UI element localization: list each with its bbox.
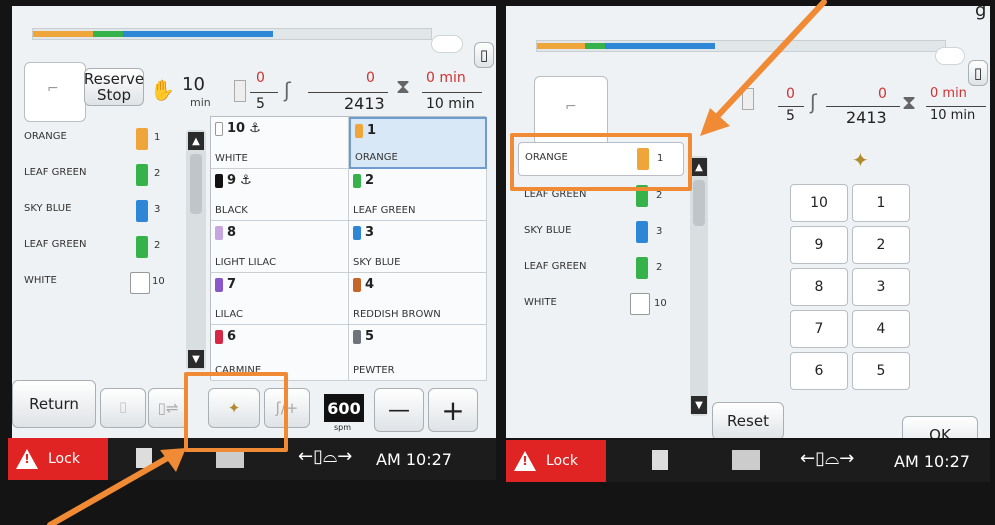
return-button[interactable]: Return [12,380,96,428]
lock-button[interactable]: ! Lock [506,440,606,482]
numpad-key[interactable]: 1 [852,184,910,222]
needle-icon: ʃ [284,78,291,102]
numpad-key[interactable]: 3 [852,268,910,306]
clock-time: AM 10:27 [376,450,452,469]
numpad-key[interactable]: 7 [790,310,848,348]
speed-minus-button[interactable]: — [374,388,424,432]
hand-icon: ✋ [150,78,175,102]
remaining-minutes: 0 min [426,70,466,86]
numpad-key[interactable]: 8 [790,268,848,306]
pattern-preview: ⌐ [24,62,86,122]
highlight-box-right [510,133,692,191]
count-numerator: 0 [878,86,887,102]
numpad-key[interactable]: 5 [852,352,910,390]
grid-cell[interactable]: 4 REDDISH BROWN [349,273,487,325]
swatch-icon [630,293,650,315]
clock-time: AM 10:27 [894,452,970,471]
list-item[interactable]: LEAF GREEN 2 [24,158,204,192]
list-item[interactable]: LEAF GREEN 2 [24,230,204,264]
list-item[interactable]: WHITE 10 [518,288,684,322]
stitch-numerator: 0 [256,70,265,86]
grid-cell[interactable]: 10 ⚓ WHITE [211,117,349,169]
swatch-icon [136,236,148,258]
scroll-down-icon[interactable]: ▼ [188,350,204,368]
swatch-icon [136,200,148,222]
list-item[interactable]: SKY BLUE 3 [24,194,204,228]
time-value: 10 [182,74,205,95]
reserve-stop-button[interactable]: Reserve Stop [84,68,144,106]
grid-cell[interactable]: 9 ⚓ BLACK [211,169,349,221]
screenshot-stage: ▯ ⌐ Reserve Stop ✋ 10 min 0 5 ʃ 0 2413 ⧗… [0,0,995,525]
arrow-right [700,0,827,136]
grid-cell[interactable]: 3 SKY BLUE [349,221,487,273]
arrow-left [47,448,186,525]
total-minutes: 10 min [426,96,475,112]
trash-icon[interactable]: ▯ [968,60,988,86]
ok-button[interactable]: OK [902,416,978,438]
numpad-key[interactable]: 2 [852,226,910,264]
numpad-key[interactable]: 9 [790,226,848,264]
count-denominator: 2413 [344,94,385,113]
grid-cell[interactable]: 5 PEWTER [349,325,487,381]
grid-cell[interactable]: 8 LIGHT LILAC [211,221,349,273]
tool-button-2[interactable]: ▯⇌ [148,388,188,428]
scroll-up-icon[interactable]: ▲ [691,158,707,176]
time-unit: min [190,96,211,109]
count-denominator: 2413 [846,108,887,127]
swatch-icon [136,164,148,186]
count-numerator: 0 [366,70,375,86]
right-status-bar: ! Lock ←▯⌓→ AM 10:27 [506,440,990,482]
grid-cell[interactable]: 2 LEAF GREEN [349,169,487,221]
auto-thread-icon: ✦ [852,148,869,172]
scrollbar[interactable]: ▲ ▼ [186,130,206,370]
remaining-minutes: 0 min [930,86,967,101]
swatch-icon [136,128,148,150]
swatch-icon [130,272,150,294]
hoop-move-icon[interactable]: ←▯⌓→ [298,446,352,467]
grid-cell[interactable]: 7 LILAC [211,273,349,325]
stitch-denominator: 5 [256,96,265,112]
corner-text: g [975,0,987,21]
cloud-icon [432,36,462,52]
scroll-down-icon[interactable]: ▼ [691,396,707,414]
total-minutes: 10 min [930,108,976,123]
scrollbar[interactable]: ▲ ▼ [690,156,708,416]
scroll-up-icon[interactable]: ▲ [188,132,204,150]
progress-bar [32,28,432,40]
reset-button[interactable]: Reset [712,402,784,438]
swatch-icon [636,257,648,279]
hourglass-icon: ⧗ [902,90,917,114]
hoop-move-icon[interactable]: ←▯⌓→ [800,448,854,469]
list-item[interactable]: WHITE 10 [24,266,204,300]
thread-grid: 10 ⚓ WHITE 9 ⚓ BLACK 8 LIGHT LILAC 7 LILAC… [210,116,487,381]
list-item[interactable]: SKY BLUE 3 [518,216,684,250]
cloud-icon [936,48,964,64]
numpad-key[interactable]: 4 [852,310,910,348]
numpad-key[interactable]: 6 [790,352,848,390]
speed-plus-button[interactable]: + [428,388,478,432]
trash-icon[interactable]: ▯ [474,42,494,68]
thread-order-list: ORANGE 1 LEAF GREEN 2 SKY BLUE 3 LEAF GR… [16,122,182,362]
numpad-key[interactable]: 10 [790,184,848,222]
hourglass-icon: ⧗ [396,74,411,98]
grid-cell-selected[interactable]: 1 ORANGE [349,117,487,169]
scroll-thumb[interactable] [190,154,202,214]
list-item[interactable]: LEAF GREEN 2 [518,252,684,286]
speed-display: 600 [324,394,364,422]
swatch-icon [636,221,648,243]
scroll-thumb[interactable] [693,180,705,226]
list-item[interactable]: ORANGE 1 [24,122,204,156]
speed-unit: spm [334,423,352,432]
warning-icon: ! [514,451,536,471]
tool-button-1[interactable]: ⌷ [100,388,146,428]
spool-icon [234,80,246,102]
document-icon[interactable] [652,450,668,470]
help-icon[interactable] [732,450,760,470]
